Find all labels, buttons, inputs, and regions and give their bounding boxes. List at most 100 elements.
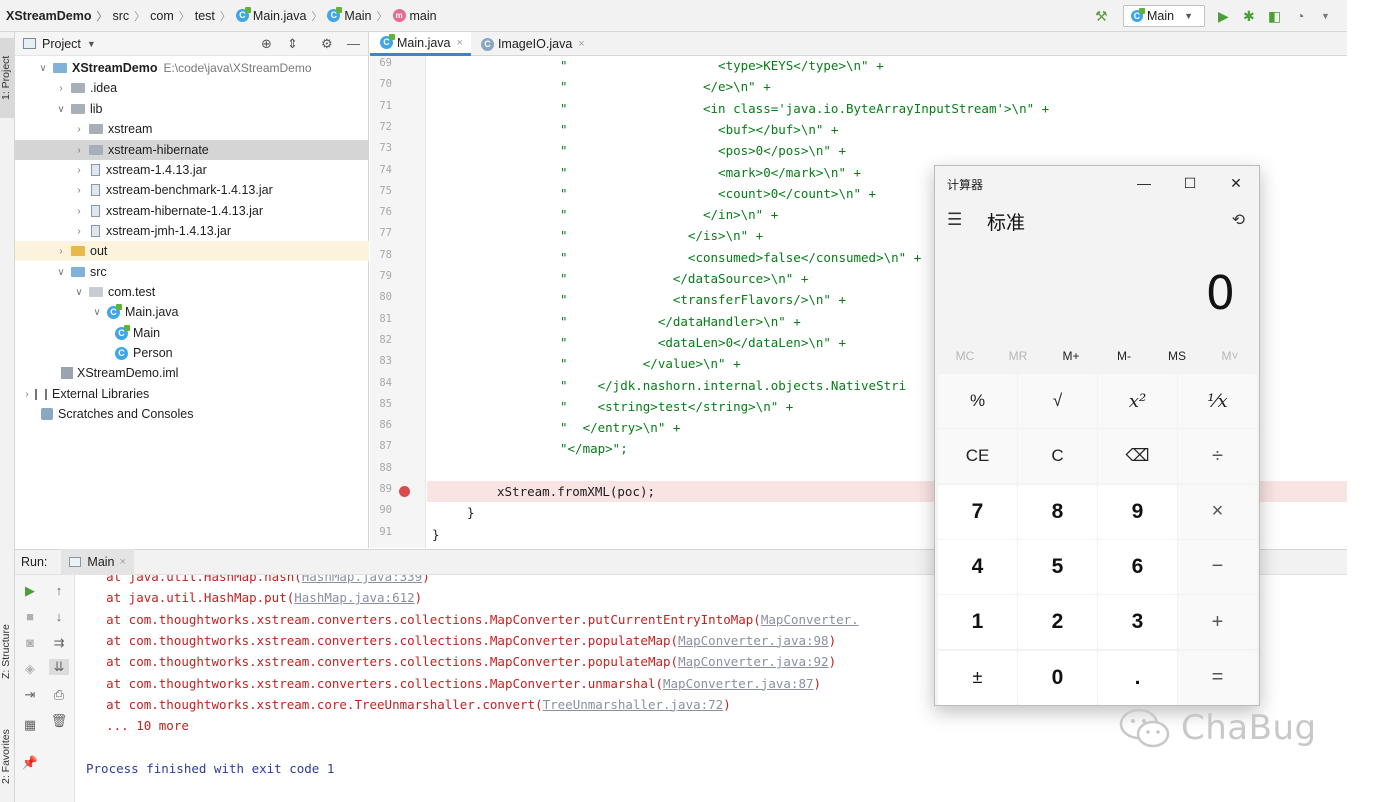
scroll-down-icon[interactable]: ↓	[49, 609, 69, 624]
menu-icon[interactable]: ☰	[947, 210, 962, 230]
breadcrumb-main-method[interactable]: m main	[392, 9, 437, 23]
breadcrumb-main-java[interactable]: C Main.java 〉	[235, 7, 328, 24]
negate-key[interactable]: ±	[938, 650, 1017, 705]
editor-gutter[interactable]: 69 70 71 72 73 74 75 76 77 78 79 80 81 82 83 84 85 86 87 88…	[370, 56, 426, 548]
more-dropdown-icon[interactable]: ▼	[1321, 7, 1330, 25]
history-icon[interactable]: ⟲	[1232, 210, 1245, 230]
stack-trace-link[interactable]: MapConverter.	[761, 612, 859, 627]
clear-entry-key[interactable]: CE	[938, 429, 1017, 484]
four-key[interactable]: 4	[938, 539, 1017, 594]
percent-key[interactable]: %	[938, 374, 1017, 428]
tab-main-java[interactable]: C Main.java ×	[370, 32, 471, 56]
tree-item-xstream[interactable]: › xstream	[15, 119, 369, 139]
tree-item-external-libraries[interactable]: › External Libraries	[15, 384, 369, 404]
square-key[interactable]: x²	[1098, 374, 1177, 428]
breadcrumb-src[interactable]: src 〉	[112, 8, 150, 24]
add-key[interactable]: +	[1178, 595, 1257, 650]
tree-item-main-java[interactable]: ∨ C Main.java	[15, 302, 369, 322]
collapse-icon[interactable]: ⇕	[287, 36, 298, 52]
tree-item-iml[interactable]: XStreamDemo.iml	[15, 363, 369, 383]
print-icon[interactable]: ⎙	[49, 687, 69, 703]
two-key[interactable]: 2	[1018, 595, 1097, 650]
run-tab-main[interactable]: Main ×	[61, 549, 134, 575]
stack-trace-link[interactable]: HashMap.java:612	[294, 590, 414, 605]
project-panel-title[interactable]: Project	[42, 37, 81, 51]
stack-trace-link[interactable]: MapConverter.java:98	[678, 633, 829, 648]
exit-icon[interactable]: ⇥	[20, 687, 40, 703]
minimize-button[interactable]: —	[1129, 172, 1159, 194]
tree-item-jar[interactable]: › xstream-benchmark-1.4.13.jar	[15, 180, 369, 200]
structure-tool-tab[interactable]: Z: Structure	[0, 607, 15, 697]
memory-button[interactable]: M˅	[1203, 349, 1257, 363]
stack-trace-link[interactable]: HashMap.java:339	[302, 575, 422, 584]
multiply-key[interactable]: ×	[1178, 484, 1257, 539]
backspace-key[interactable]: ⌫	[1098, 429, 1177, 484]
restore-layout-icon[interactable]: ◈	[20, 661, 40, 677]
run-icon[interactable]: ▶	[1218, 7, 1229, 25]
memory-button[interactable]: MC	[938, 349, 992, 363]
five-key[interactable]: 5	[1018, 539, 1097, 594]
memory-button[interactable]: MS	[1150, 349, 1204, 363]
subtract-key[interactable]: −	[1178, 539, 1257, 594]
profile-icon[interactable]: ◔	[1296, 7, 1304, 25]
breadcrumb-project[interactable]: XStreamDemo 〉	[6, 8, 112, 24]
trash-icon[interactable]: 🗑	[49, 713, 69, 729]
chevron-down-icon[interactable]: ▼	[87, 39, 96, 49]
memory-button[interactable]: M+	[1044, 349, 1098, 363]
close-icon[interactable]: ×	[457, 37, 463, 49]
tree-item-person-class[interactable]: C Person	[15, 343, 369, 363]
memory-button[interactable]: MR	[991, 349, 1045, 363]
tree-item-jar[interactable]: › xstream-1.4.13.jar	[15, 160, 369, 180]
gear-icon[interactable]: ⚙	[321, 36, 333, 52]
favorites-tool-tab[interactable]: 2: Favorites	[0, 712, 15, 802]
debug-icon[interactable]: ✱	[1243, 7, 1255, 25]
build-hammer-icon[interactable]: ⚒	[1095, 7, 1108, 25]
rerun-icon[interactable]: ▶	[20, 583, 40, 599]
project-tool-tab[interactable]: 1: Project	[0, 38, 15, 118]
close-button[interactable]: ✕	[1221, 172, 1251, 194]
breadcrumb-test[interactable]: test 〉	[195, 8, 236, 24]
breakpoint-icon[interactable]	[399, 486, 410, 497]
tree-item-jar[interactable]: › xstream-hibernate-1.4.13.jar	[15, 201, 369, 221]
six-key[interactable]: 6	[1098, 539, 1177, 594]
tree-item-scratches[interactable]: Scratches and Consoles	[15, 404, 369, 424]
divide-key[interactable]: ÷	[1178, 429, 1257, 484]
run-configuration-dropdown[interactable]: C Main ▼	[1123, 5, 1205, 27]
stack-trace-link[interactable]: MapConverter.java:87	[663, 676, 814, 691]
sqrt-key[interactable]: √	[1018, 374, 1097, 428]
three-key[interactable]: 3	[1098, 595, 1177, 650]
nine-key[interactable]: 9	[1098, 484, 1177, 539]
tree-item-idea[interactable]: › .idea	[15, 78, 369, 98]
decimal-key[interactable]: .	[1098, 650, 1177, 705]
locate-icon[interactable]: ⊕	[261, 36, 272, 52]
pin-icon[interactable]: 📌	[20, 755, 40, 771]
tree-item-lib[interactable]: ∨ lib	[15, 99, 369, 119]
tree-item-src[interactable]: ∨ src	[15, 262, 369, 282]
camera-icon[interactable]: ◙	[20, 635, 40, 650]
layout-icon[interactable]: ▦	[20, 717, 40, 733]
stop-icon[interactable]: ■	[20, 609, 40, 624]
soft-wrap-icon[interactable]: ⇉	[49, 635, 69, 651]
maximize-button[interactable]: ☐	[1175, 172, 1205, 194]
tree-item-root[interactable]: ∨ XStreamDemo E:\code\java\XStreamDemo	[15, 58, 369, 78]
minimize-icon[interactable]: —	[347, 36, 360, 51]
memory-button[interactable]: M-	[1097, 349, 1151, 363]
stack-trace-link[interactable]: MapConverter.java:92	[678, 654, 829, 669]
stack-trace-link[interactable]: TreeUnmarshaller.java:72	[543, 697, 724, 712]
scroll-up-icon[interactable]: ↑	[49, 583, 69, 598]
seven-key[interactable]: 7	[938, 484, 1017, 539]
clear-key[interactable]: C	[1018, 429, 1097, 484]
one-key[interactable]: 1	[938, 595, 1017, 650]
coverage-icon[interactable]: ◧	[1268, 7, 1281, 25]
breadcrumb-main-class[interactable]: C Main 〉	[327, 7, 392, 24]
tree-item-main-class[interactable]: C Main	[15, 323, 369, 343]
scroll-to-end-icon[interactable]: ⇊	[49, 659, 69, 675]
reciprocal-key[interactable]: ¹⁄x	[1178, 374, 1257, 428]
zero-key[interactable]: 0	[1018, 650, 1097, 705]
tree-item-out[interactable]: › out	[15, 241, 369, 261]
close-icon[interactable]: ×	[578, 38, 584, 50]
equals-key[interactable]: =	[1178, 650, 1257, 705]
tree-item-package[interactable]: ∨ com.test	[15, 282, 369, 302]
tree-item-xstream-hibernate[interactable]: › xstream-hibernate	[15, 140, 369, 160]
tree-item-jar[interactable]: › xstream-jmh-1.4.13.jar	[15, 221, 369, 241]
